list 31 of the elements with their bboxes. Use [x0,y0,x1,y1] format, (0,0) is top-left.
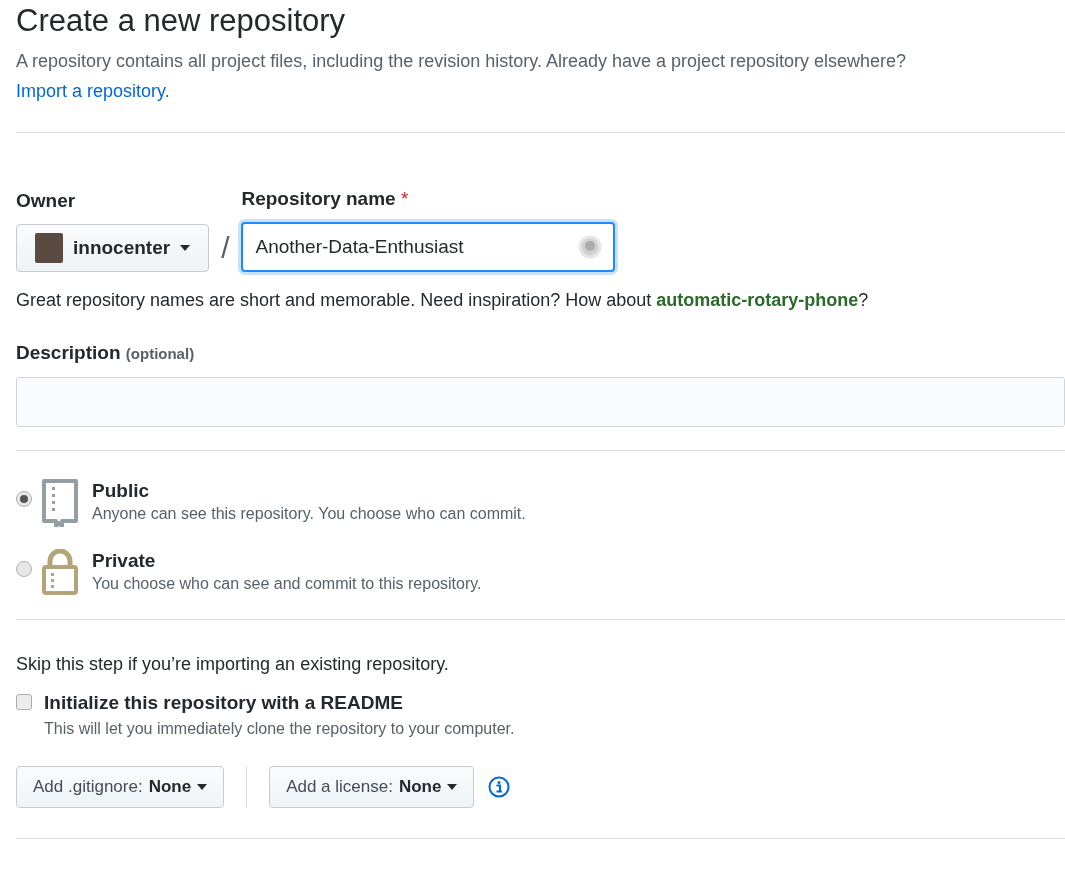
padlock-icon [42,549,78,595]
caret-icon [447,784,458,790]
visibility-title: Public [92,479,150,503]
visibility-title: Private [92,549,157,573]
name-hint: Great repository names are short and memorable. Need inspiration? How about automatic-rotary-phone? [16,289,870,312]
book-icon [42,479,78,527]
description-label: Description (optional) [16,342,196,364]
visibility-description: Anyone can see this repository. You choose who can commit. [92,504,526,524]
visibility-radio[interactable] [16,561,32,577]
license-dropdown[interactable]: Add a license: None [269,766,475,808]
repo-name-field[interactable]: Another-Data-Enthusiast [241,222,616,272]
intro-text: A repository contains all project files, including the revision history. Already have a project repository elsewhere? [16,50,908,73]
readme-description: This will let you immediately clone the repository to your computer. [44,719,515,739]
status-circle-icon [578,235,603,259]
caret-icon [180,245,191,251]
page-title: Create a new repository [16,2,347,40]
skip-note: Skip this step if you’re importing an existing repository. [16,653,450,676]
visibility-radio[interactable] [16,491,32,507]
owner-label: Owner [16,189,77,213]
separator: / [221,230,230,266]
readme-checkbox[interactable] [16,694,32,710]
repo-name-label: Repository name * [241,187,410,211]
owner-dropdown[interactable]: innocenter [16,224,210,272]
avatar [35,233,63,263]
description-field[interactable] [16,377,1065,427]
info-icon[interactable] [488,776,511,798]
readme-label: Initialize this repository with a README [44,691,404,715]
visibility-description: You choose who can see and commit to this repository. [92,574,482,594]
import-link[interactable]: Import a repository. [16,76,170,106]
caret-icon [197,784,208,790]
gitignore-dropdown[interactable]: Add .gitignore: None [16,766,225,808]
